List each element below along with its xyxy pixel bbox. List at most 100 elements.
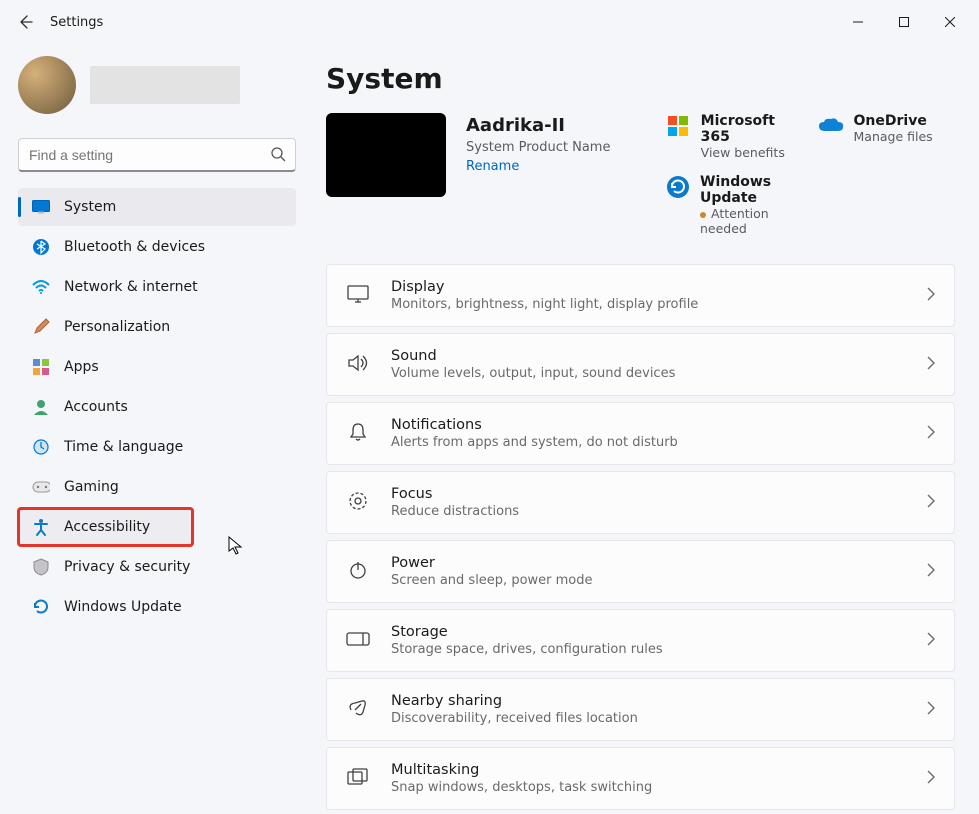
quicklink-microsoft-365[interactable]: Microsoft 365 View benefits: [666, 113, 804, 160]
bluetooth-icon: [32, 238, 50, 256]
page-title: System: [326, 62, 955, 95]
card-title: Display: [391, 279, 906, 295]
sidebar-item-label: Gaming: [64, 479, 119, 495]
card-subtitle: Alerts from apps and system, do not dist…: [391, 435, 906, 450]
back-button[interactable]: [12, 9, 38, 35]
chevron-right-icon: [926, 424, 936, 443]
chevron-right-icon: [926, 493, 936, 512]
device-thumbnail: [326, 113, 446, 197]
quicklink-title: Microsoft 365: [701, 113, 804, 145]
maximize-icon: [899, 17, 909, 27]
quicklink-windows-update[interactable]: Windows Update Attention needed: [666, 174, 804, 236]
sidebar-item-label: Accessibility: [64, 519, 150, 535]
sidebar-item-network[interactable]: Network & internet: [18, 268, 296, 306]
card-multitasking[interactable]: Multitasking Snap windows, desktops, task…: [326, 747, 955, 810]
card-subtitle: Reduce distractions: [391, 504, 906, 519]
card-title: Power: [391, 555, 906, 571]
device-name: Aadrika-II: [466, 115, 646, 136]
card-display[interactable]: Display Monitors, brightness, night light…: [326, 264, 955, 327]
chevron-right-icon: [926, 769, 936, 788]
shield-icon: [32, 558, 50, 576]
quicklink-sub: Manage files: [854, 129, 933, 144]
sidebar-item-label: Privacy & security: [64, 559, 190, 575]
card-title: Notifications: [391, 417, 906, 433]
display-icon: [345, 285, 371, 307]
sidebar: System Bluetooth & devices Network & int…: [0, 44, 296, 814]
sidebar-item-label: Personalization: [64, 319, 170, 335]
titlebar: Settings: [0, 0, 979, 44]
refresh-icon: [32, 598, 50, 616]
quicklink-title: Windows Update: [700, 174, 804, 206]
sidebar-item-accounts[interactable]: Accounts: [18, 388, 296, 426]
card-nearby[interactable]: Nearby sharingDiscoverability, received …: [326, 678, 955, 741]
card-title: Nearby sharing: [391, 693, 906, 709]
clock-globe-icon: [32, 438, 50, 456]
maximize-button[interactable]: [881, 6, 927, 38]
minimize-button[interactable]: [835, 6, 881, 38]
quicklink-title: OneDrive: [854, 113, 933, 129]
avatar: [18, 56, 76, 114]
sidebar-item-windows-update[interactable]: Windows Update: [18, 588, 296, 626]
update-icon: [666, 174, 690, 200]
sidebar-item-personalization[interactable]: Personalization: [18, 308, 296, 346]
storage-icon: [345, 631, 371, 650]
sidebar-item-accessibility[interactable]: Accessibility: [18, 508, 193, 546]
system-header: Aadrika-II System Product Name Rename Mi…: [326, 113, 955, 236]
sidebar-item-label: System: [64, 199, 116, 215]
device-product: System Product Name: [466, 140, 646, 155]
minimize-icon: [853, 17, 863, 27]
chevron-right-icon: [926, 562, 936, 581]
sidebar-item-time-language[interactable]: Time & language: [18, 428, 296, 466]
sidebar-item-gaming[interactable]: Gaming: [18, 468, 296, 506]
search-input[interactable]: [18, 138, 296, 172]
notifications-icon: [345, 422, 371, 446]
multitasking-icon: [345, 768, 371, 790]
paintbrush-icon: [32, 318, 50, 336]
sidebar-item-label: Accounts: [64, 399, 128, 415]
person-icon: [32, 398, 50, 416]
card-notifications[interactable]: Notifications Alerts from apps and system…: [326, 402, 955, 465]
card-power[interactable]: PowerScreen and sleep, power mode: [326, 540, 955, 603]
sidebar-item-label: Bluetooth & devices: [64, 239, 205, 255]
close-button[interactable]: [927, 6, 973, 38]
focus-icon: [345, 490, 371, 516]
cloud-icon: [818, 113, 844, 139]
arrow-left-icon: [17, 14, 33, 30]
chevron-right-icon: [926, 631, 936, 650]
wifi-icon: [32, 278, 50, 296]
power-icon: [345, 560, 371, 584]
sidebar-item-label: Time & language: [64, 439, 183, 455]
card-subtitle: Volume levels, output, input, sound devi…: [391, 366, 906, 381]
gamepad-icon: [32, 478, 50, 496]
user-profile[interactable]: [18, 52, 296, 124]
card-sound[interactable]: Sound Volume levels, output, input, sound…: [326, 333, 955, 396]
quicklink-onedrive[interactable]: OneDrive Manage files: [818, 113, 956, 160]
m365-icon: [666, 113, 691, 139]
quicklink-sub: View benefits: [701, 145, 804, 160]
card-subtitle: Storage space, drives, configuration rul…: [391, 642, 906, 657]
chevron-right-icon: [926, 286, 936, 305]
card-focus[interactable]: Focus Reduce distractions: [326, 471, 955, 534]
card-title: Storage: [391, 624, 906, 640]
card-title: Sound: [391, 348, 906, 364]
sidebar-item-label: Windows Update: [64, 599, 182, 615]
window-title: Settings: [50, 15, 103, 30]
card-title: Multitasking: [391, 762, 906, 778]
attention-dot-icon: [700, 212, 706, 218]
main: System Aadrika-II System Product Name Re…: [296, 44, 979, 814]
card-storage[interactable]: Storage Storage space, drives, configurat…: [326, 609, 955, 672]
quicklink-sub: Attention needed: [700, 206, 804, 236]
sidebar-item-label: Network & internet: [64, 279, 198, 295]
card-subtitle: Snap windows, desktops, task switching: [391, 780, 906, 795]
sidebar-item-bluetooth[interactable]: Bluetooth & devices: [18, 228, 296, 266]
sidebar-item-privacy[interactable]: Privacy & security: [18, 548, 296, 586]
card-title: Focus: [391, 486, 906, 502]
accessibility-icon: [32, 518, 50, 536]
chevron-right-icon: [926, 355, 936, 374]
sidebar-item-apps[interactable]: Apps: [18, 348, 296, 386]
card-subtitle: Monitors, brightness, night light, displ…: [391, 297, 906, 312]
sidebar-item-system[interactable]: System: [18, 188, 296, 226]
nav: System Bluetooth & devices Network & int…: [18, 188, 296, 626]
rename-link[interactable]: Rename: [466, 159, 646, 174]
close-icon: [945, 17, 955, 27]
